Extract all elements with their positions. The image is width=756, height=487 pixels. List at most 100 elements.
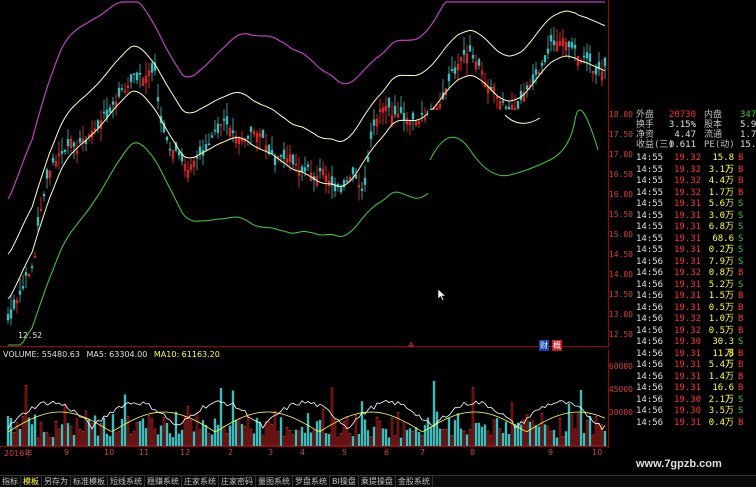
volume-axis: 60000 45000 30000 [608, 350, 634, 448]
quote-row: 净资 4.47 流通 1.76 [634, 130, 756, 140]
tick-bs: S [738, 245, 744, 255]
concept-marker[interactable]: 概 [552, 340, 562, 351]
tick-bs: B [738, 371, 744, 382]
tab-11[interactable]: BI操盘 [330, 476, 359, 487]
tick-bs: S [738, 256, 744, 267]
price-tick-label: 14.00 [608, 270, 633, 279]
tab-2[interactable]: 模板 [21, 476, 42, 487]
tick-list: 14:55 19.32 15.8万 B 14:55 19.32 3.1万 B 14:55 19.3… [634, 153, 756, 429]
quote-l1: 净资 [636, 130, 655, 140]
tick-price: 19.31 [674, 291, 702, 301]
finance-marker[interactable]: 财 [539, 340, 549, 351]
tick-vol: 3.1万 [708, 164, 734, 175]
tick-vol: 0.5万 [708, 302, 734, 313]
tick-bs: S [738, 233, 744, 244]
tab-4[interactable]: 标准模板 [71, 476, 108, 487]
quote-l2: 股本 [704, 120, 723, 130]
tick-price: 19.31 [674, 233, 702, 244]
tick-row: 14:55 19.31 0.2万 S [634, 245, 756, 257]
tick-price: 19.30 [674, 337, 702, 347]
tab-9[interactable]: 量图系统 [256, 476, 293, 487]
tick-row: 14:56 19.31 0.4万 B [634, 418, 756, 430]
tab-3[interactable]: 另存为 [42, 476, 71, 487]
date-tick-label: 11 [139, 448, 150, 457]
tick-bs: B [738, 383, 744, 393]
tick-time: 14:55 [636, 222, 664, 232]
volume-chart[interactable] [0, 350, 608, 448]
tick-bs: B [738, 187, 744, 198]
tab-6[interactable]: 稳赚系统 [145, 476, 182, 487]
tick-price: 19.32 [674, 187, 702, 198]
quote-v1: 20730 [668, 110, 696, 120]
tick-bs: B [738, 268, 744, 278]
tick-row: 14:56 19.30 2.1万 S [634, 395, 756, 407]
date-tick-label: 10 [592, 448, 603, 457]
candlestick-chart[interactable] [0, 0, 608, 347]
tick-bs: S [738, 279, 744, 290]
tick-vol: 1.4万 [708, 371, 734, 382]
tick-price: 19.32 [674, 164, 702, 175]
tick-bs: S [738, 337, 744, 347]
tick-vol: 5.4万 [708, 360, 734, 370]
quote-v1: 0.611 [668, 140, 696, 150]
tab-5[interactable]: 短线系统 [108, 476, 145, 487]
tick-bs: B [738, 302, 744, 313]
tick-vol: 6.8万 [708, 222, 734, 232]
volume-header: VOLUME: 55480.63 MA5: 63304.00 MA10: 611… [3, 350, 224, 359]
tick-time: 14:56 [636, 314, 664, 324]
tick-bs: B [738, 360, 744, 370]
tab-1[interactable]: 指标 [0, 476, 21, 487]
quote-panel: 外盘20730内盘3475换手3.15%股本5.96净资4.47流通1.76收益… [634, 110, 756, 448]
date-tick-label: 3 [268, 448, 274, 457]
quote-v2: 15. [740, 140, 756, 150]
tick-bs: S [738, 222, 744, 232]
tick-row: 14:55 19.32 15.8万 B [634, 153, 756, 175]
tick-time: 14:56 [636, 417, 664, 428]
tick-row: 14:56 19.30 3.5万 S [634, 406, 756, 418]
tick-vol: 0.4万 [708, 417, 734, 428]
date-tick-label: 5 [342, 448, 348, 457]
tab-7[interactable]: 庄家系统 [182, 476, 219, 487]
tick-row: 14:55 19.31 3.0万 S [634, 211, 756, 223]
tab-8[interactable]: 庄家密码 [219, 476, 256, 487]
tick-price: 19.31 [674, 360, 702, 370]
tick-row: 14:56 19.31 1.4万 B [634, 372, 756, 384]
quote-row: 外盘 20730 内盘 3475 [634, 110, 756, 120]
tab-10[interactable]: 罗盘系统 [293, 476, 330, 487]
tick-bs: S [738, 394, 744, 405]
tab-12[interactable]: 乘提操盘 [359, 476, 396, 487]
tick-bs: B [738, 417, 744, 428]
tick-bs: B [738, 164, 744, 175]
tick-row: 14:55 19.32 3.1万 B [634, 165, 756, 177]
event-marker[interactable]: ѧ [408, 340, 414, 349]
quote-v1: 4.47 [674, 130, 696, 140]
tick-row: 14:56 19.31 11.8万 B [634, 349, 756, 371]
tick-price: 19.32 [674, 153, 702, 163]
date-tick-label: 12 [180, 448, 191, 457]
tick-row: 14:55 19.32 4.4万 B [634, 176, 756, 188]
tick-price: 19.31 [674, 279, 702, 290]
price-tick-label: 16.00 [608, 190, 633, 199]
tick-vol: 1.7万 [708, 187, 734, 198]
tick-row: 14:55 19.31 6.8万 S [634, 222, 756, 234]
date-tick-label: 10 [104, 448, 115, 457]
tick-vol: 3.5万 [708, 406, 734, 416]
date-tick-label: 9 [64, 448, 70, 457]
price-axis: 18.00 17.50 17.00 16.50 16.00 15.50 15.00 14.50… [608, 0, 634, 347]
tick-time: 14:55 [636, 245, 664, 255]
quote-v1: 3.15% [668, 120, 696, 130]
quote-v2: 3475 [740, 110, 756, 120]
tick-bs: S [738, 210, 744, 221]
date-tick-label: 7 [420, 448, 426, 457]
tick-time: 14:56 [636, 256, 664, 267]
tick-price: 19.32 [674, 314, 702, 324]
tick-time: 14:55 [636, 210, 664, 221]
tab-13[interactable]: 金股系统 [396, 476, 433, 487]
quote-v2: 1.76 [740, 130, 756, 140]
date-tick-label: 9 [548, 448, 554, 457]
tick-vol: 7.9万 [708, 256, 734, 267]
quote-l2: 流通 [704, 130, 723, 140]
tick-price: 19.30 [674, 394, 702, 405]
tick-price: 19.31 [674, 222, 702, 232]
tick-time: 14:55 [636, 187, 664, 198]
